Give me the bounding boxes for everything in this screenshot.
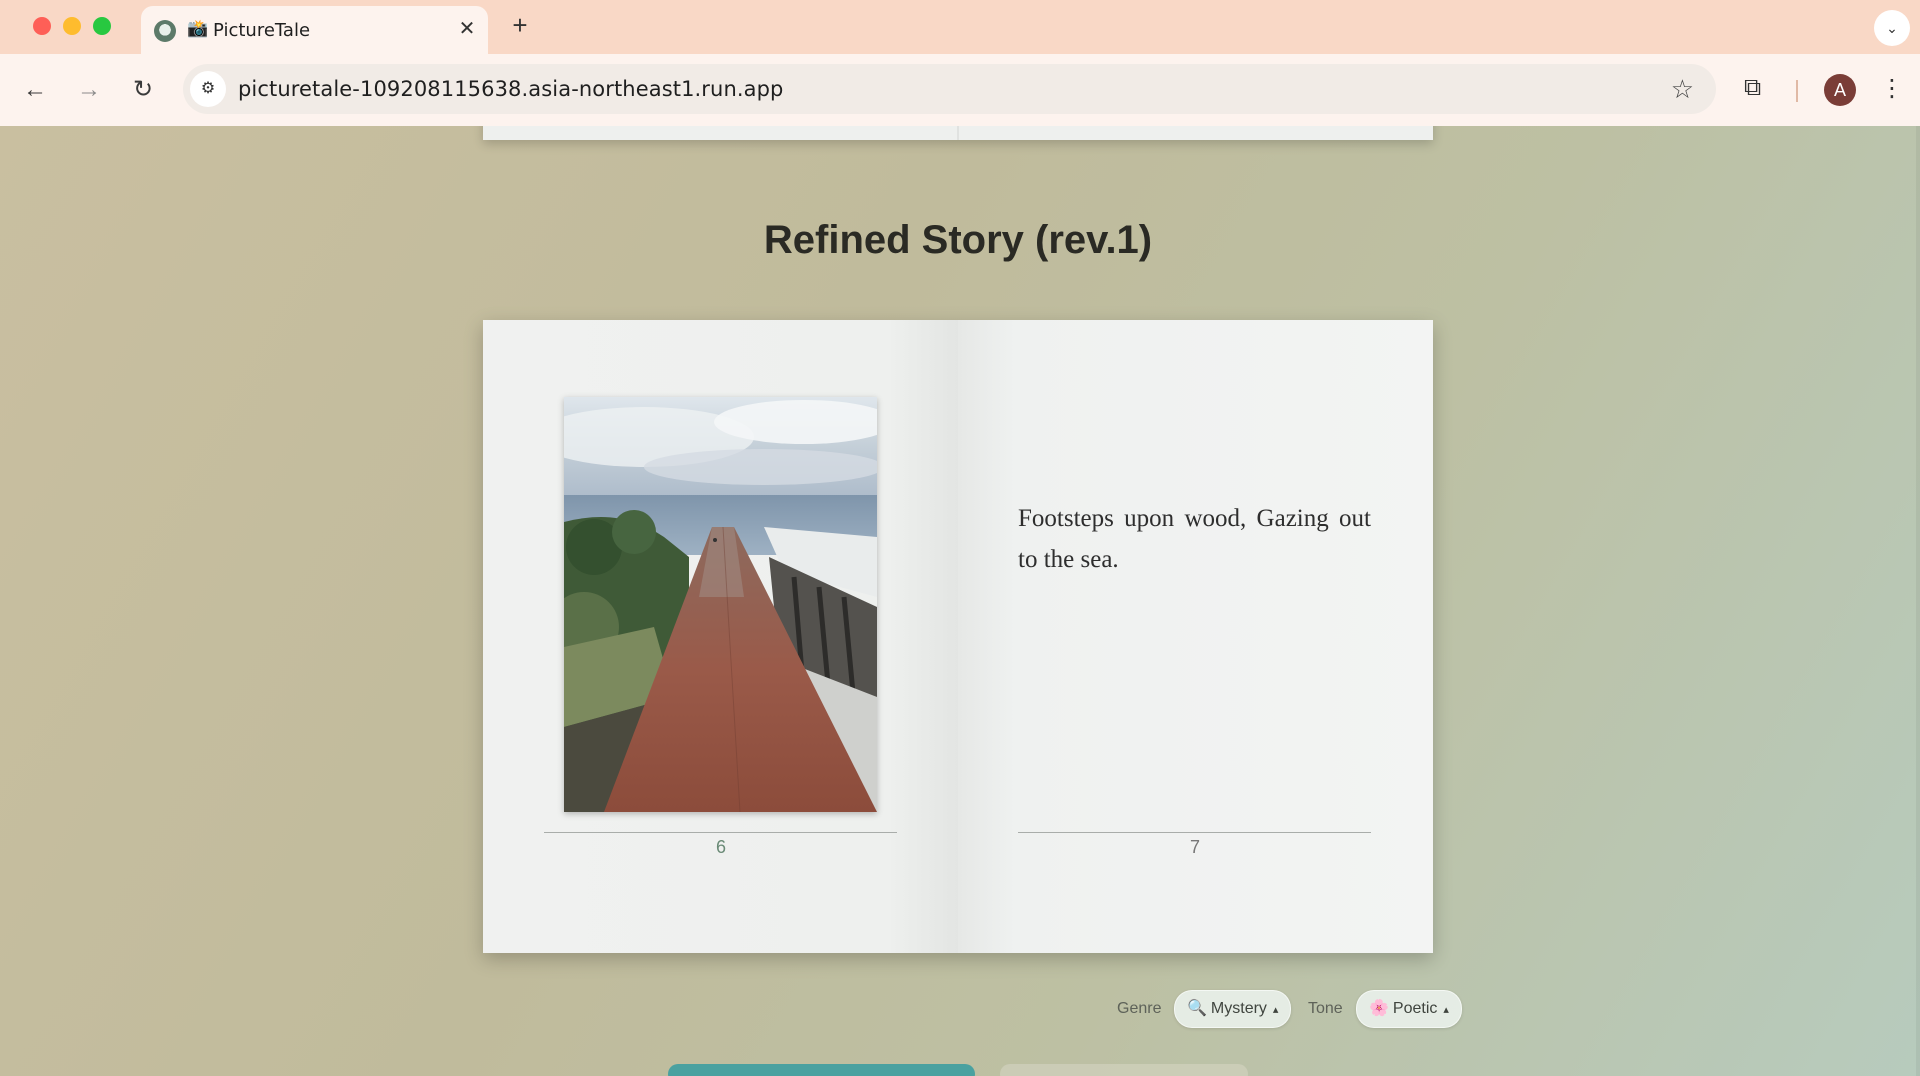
new-tab-button[interactable]: +: [506, 11, 534, 39]
tab-search-button[interactable]: ⌄: [1874, 10, 1910, 46]
window-minimize-button[interactable]: [63, 17, 81, 35]
close-tab-icon[interactable]: ✕: [454, 16, 480, 42]
browser-menu-icon[interactable]: ⋮: [1880, 72, 1904, 106]
url-text[interactable]: picturetale-109208115638.asia-northeast1…: [238, 77, 783, 101]
tab-strip: 📸 PictureTale ✕ + ⌄: [0, 0, 1920, 54]
right-page-number: 7: [1189, 837, 1200, 857]
previous-book-edge: [483, 126, 1433, 140]
tone-label: Tone: [1308, 1000, 1343, 1017]
tone-value: Poetic: [1392, 1000, 1438, 1017]
profile-avatar[interactable]: A: [1824, 74, 1856, 106]
site-settings-icon[interactable]: ⚙: [190, 71, 226, 107]
reload-button[interactable]: ↻: [125, 72, 161, 108]
browser-toolbar: ← → ↻ ⚙ picturetale-109208115638.asia-no…: [0, 54, 1920, 126]
genre-label: Genre: [1117, 1000, 1162, 1017]
right-page: [958, 320, 1433, 953]
site-favicon-icon: [154, 20, 176, 42]
browser-tab-active[interactable]: 📸 PictureTale ✕: [141, 6, 488, 54]
primary-action-button[interactable]: [668, 1064, 975, 1076]
scrollbar-track[interactable]: [1916, 126, 1920, 1076]
page-viewport: Refined Story (rev.1) 6 Footsteps upon w…: [0, 126, 1920, 1076]
forward-button[interactable]: →: [71, 72, 107, 108]
tone-select[interactable]: 🌸 Poetic ▴: [1356, 990, 1462, 1028]
story-controls: Genre 🔍 Mystery ▴ Tone 🌸 Poetic ▴: [0, 990, 1920, 1030]
toolbar-divider: [1796, 80, 1798, 102]
caret-up-icon: ▴: [1272, 1004, 1279, 1016]
left-page-divider: [544, 832, 897, 833]
back-button[interactable]: ←: [17, 72, 53, 108]
story-photo: [564, 397, 877, 812]
window-close-button[interactable]: [33, 17, 51, 35]
address-bar[interactable]: ⚙ picturetale-109208115638.asia-northeas…: [183, 64, 1716, 114]
left-page-number: 6: [715, 837, 726, 857]
extensions-puzzle-icon[interactable]: ⧉: [1744, 74, 1761, 102]
secondary-action-button[interactable]: [1000, 1064, 1248, 1076]
caret-up-icon: ▴: [1443, 1004, 1449, 1016]
right-page-divider: [1018, 832, 1371, 833]
magnifier-icon: 🔍: [1187, 1000, 1207, 1017]
genre-value: Mystery: [1210, 1000, 1267, 1017]
story-page-text: Footsteps upon wood, Gazing out to the s…: [1018, 505, 1371, 573]
storybook-spread: [483, 320, 1433, 953]
genre-select[interactable]: 🔍 Mystery ▴: [1174, 990, 1292, 1028]
story-heading: Refined Story (rev.1): [763, 218, 1153, 262]
window-maximize-button[interactable]: [93, 17, 111, 35]
bookmark-star-icon[interactable]: ☆: [1671, 74, 1694, 104]
left-page: [483, 320, 958, 953]
tab-title: PictureTale: [213, 20, 311, 41]
flower-icon: 🌸: [1369, 1000, 1389, 1017]
camera-icon: 📸: [187, 19, 209, 38]
